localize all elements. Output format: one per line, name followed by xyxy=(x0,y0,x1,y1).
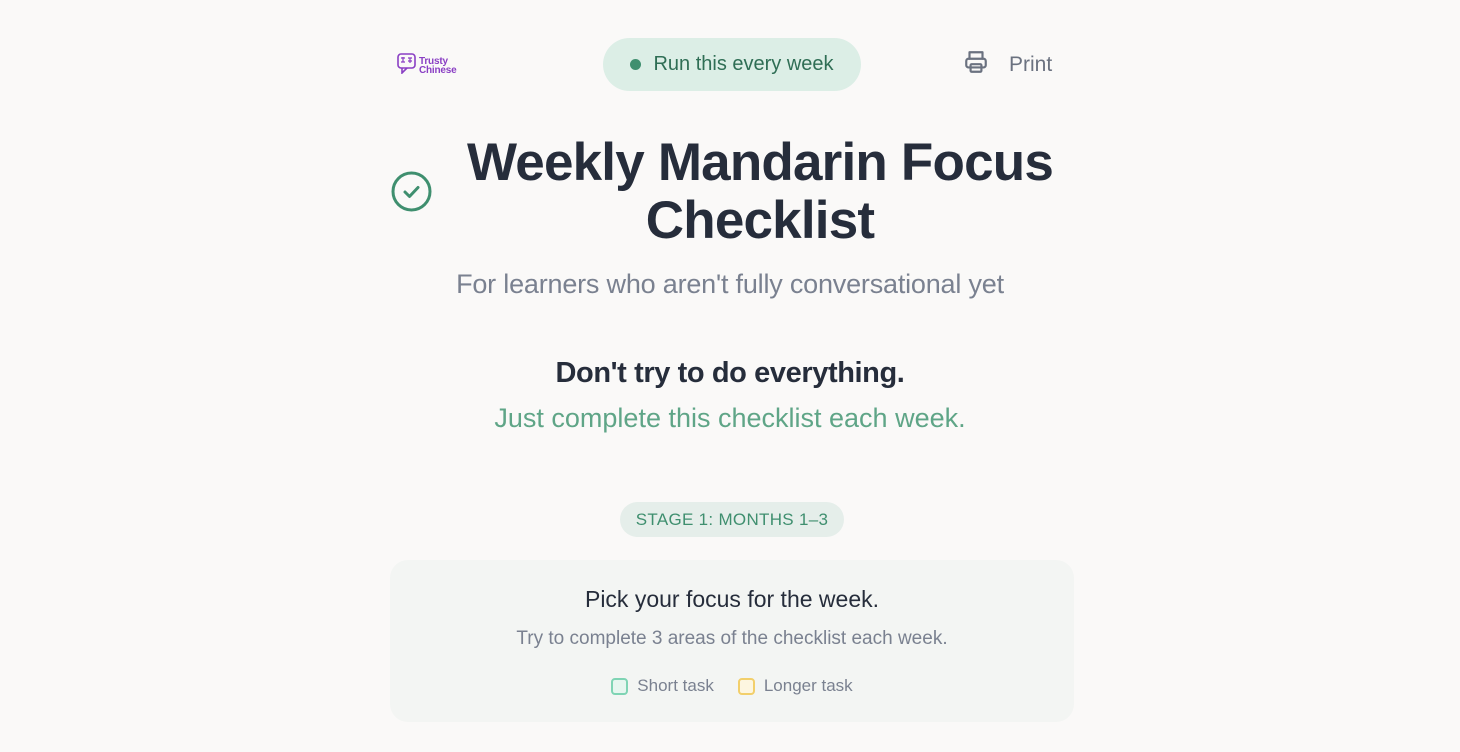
weekly-run-badge: Run this every week xyxy=(603,38,861,91)
page: Trusty Chinese Run this every week Print… xyxy=(0,0,1460,752)
page-subtitle: For learners who aren't fully conversati… xyxy=(456,269,1004,299)
focus-card: Pick your focus for the week. Try to com… xyxy=(390,560,1074,722)
longer-task-swatch-icon xyxy=(737,677,755,695)
focus-card-title: Pick your focus for the week. xyxy=(584,586,879,612)
print-label: Print xyxy=(1009,53,1053,76)
status-dot-icon xyxy=(630,59,642,70)
focus-card-subtitle: Try to complete 3 areas of the checklist… xyxy=(516,628,948,649)
brand-logo[interactable]: Trusty Chinese xyxy=(397,53,457,79)
chat-bubble-logo-icon xyxy=(397,53,416,79)
check-circle-icon xyxy=(390,170,433,218)
legend-label-short-task: Short task xyxy=(637,676,714,695)
printer-icon xyxy=(963,49,989,81)
lead-text: Don't try to do everything. xyxy=(555,357,905,389)
stage-badge: STAGE 1: MONTHS 1–3 xyxy=(620,502,844,537)
task-legend: Short task Longer task xyxy=(390,676,1074,696)
lead-accent-text: Just complete this checklist each week. xyxy=(494,403,966,433)
legend-label-longer-task: Longer task xyxy=(763,676,853,695)
short-task-swatch-icon xyxy=(611,677,629,695)
legend-item-longer-task: Longer task xyxy=(737,676,853,696)
page-title: Weekly Mandarin Focus Checklist xyxy=(467,133,1054,250)
legend-item-short-task: Short task xyxy=(611,676,714,696)
brand-name-line2: Chinese xyxy=(419,65,457,76)
brand-name: Trusty Chinese xyxy=(419,57,457,76)
print-button[interactable]: Print xyxy=(963,50,1052,80)
weekly-run-label: Run this every week xyxy=(653,53,834,75)
